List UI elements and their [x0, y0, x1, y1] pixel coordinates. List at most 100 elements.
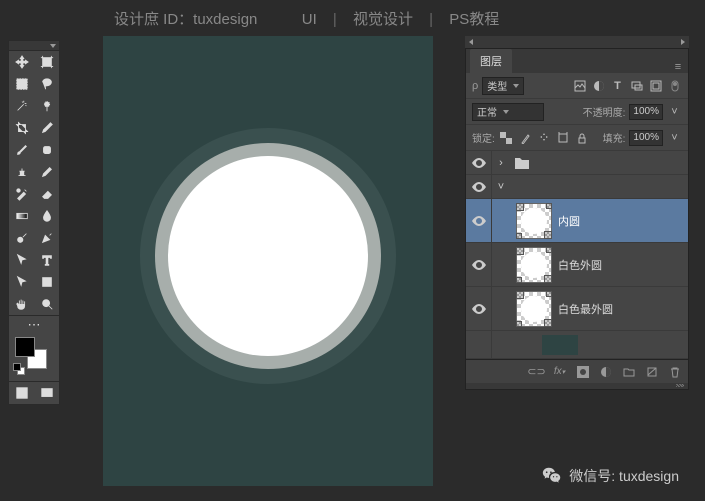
screenmode-tool[interactable] — [34, 382, 59, 404]
lock-image-icon[interactable] — [518, 130, 533, 145]
layer-thumbnail[interactable] — [516, 247, 552, 283]
gradient-tool[interactable] — [9, 205, 34, 227]
blur-tool[interactable] — [34, 205, 59, 227]
layer-filter-row: ρ 类型 T — [466, 73, 688, 99]
move-tool[interactable] — [9, 51, 34, 73]
opacity-input[interactable]: 100% — [629, 104, 663, 120]
tab-layers[interactable]: 图层 — [470, 49, 512, 73]
eyedropper-tool[interactable] — [34, 117, 59, 139]
foreground-color-swatch[interactable] — [15, 337, 35, 357]
mask-icon[interactable] — [575, 364, 590, 379]
layer-name-label[interactable]: 白色最外圆 — [558, 301, 613, 317]
group-icon[interactable] — [621, 364, 636, 379]
chevron-down-icon[interactable]: ˅ — [667, 104, 682, 119]
shape-tool[interactable] — [34, 271, 59, 293]
fill-input[interactable]: 100% — [629, 130, 663, 146]
panel-resize-grip[interactable] — [466, 383, 688, 389]
tools-panel: ⋯ — [8, 40, 60, 405]
layer-item[interactable]: 白色外圆 — [466, 243, 688, 287]
history-brush-tool[interactable] — [9, 183, 34, 205]
lock-all-icon[interactable] — [575, 130, 590, 145]
lock-transparent-icon[interactable] — [499, 130, 514, 145]
link-icon[interactable]: ⊂⊃ — [529, 364, 544, 379]
layer-group-row[interactable]: › — [466, 151, 688, 175]
hand-tool[interactable] — [9, 293, 34, 315]
path-select-tool[interactable] — [9, 249, 34, 271]
direct-select-tool[interactable] — [9, 271, 34, 293]
magic-wand-tool[interactable] — [9, 95, 34, 117]
blend-mode-select[interactable]: 正常 — [472, 103, 544, 121]
layer-thumbnail[interactable] — [516, 203, 552, 239]
divider-icon: | — [333, 11, 337, 28]
quickmask-tool[interactable] — [9, 382, 34, 404]
opacity-label: 不透明度: — [583, 104, 626, 119]
tag-ui: UI — [302, 11, 317, 28]
artboard-tool[interactable] — [34, 51, 59, 73]
layer-name-label[interactable]: 白色外圆 — [558, 257, 602, 273]
chevron-down-icon[interactable]: ˅ — [492, 181, 510, 193]
page-header: 设计庶 ID：tuxdesign UI | 视觉设计 | PS教程 — [110, 8, 503, 29]
dodge-tool[interactable] — [9, 227, 34, 249]
filter-shape-icon[interactable] — [629, 78, 644, 93]
adjustment-icon[interactable] — [598, 364, 613, 379]
new-layer-icon[interactable] — [644, 364, 659, 379]
visibility-icon[interactable] — [472, 260, 486, 270]
wechat-credit: 微信号: tuxdesign — [541, 465, 679, 487]
outer-ring-shape — [140, 128, 396, 384]
canvas-document[interactable] — [103, 36, 433, 486]
lock-artboard-icon[interactable] — [556, 130, 571, 145]
wechat-icon — [541, 465, 563, 487]
zoom-tool[interactable] — [34, 293, 59, 315]
layer-item-bg[interactable] — [466, 331, 688, 359]
layers-panel: 图层 ≡ ρ 类型 T 正常 不透明度: 100% ˅ 锁定: — [465, 48, 689, 390]
chevron-right-icon[interactable]: › — [492, 157, 510, 169]
filter-pixel-icon[interactable] — [572, 78, 587, 93]
filter-type-select[interactable]: 类型 — [482, 77, 524, 95]
layer-group-row[interactable]: ˅ — [466, 175, 688, 199]
pencil-tool[interactable] — [34, 161, 59, 183]
brush-tool[interactable] — [9, 139, 34, 161]
lock-label: 锁定: — [472, 130, 495, 145]
fx-icon[interactable]: fx▾ — [552, 364, 567, 379]
layer-list: › ˅ 内圆 白色外圆 白色最外圆 — [466, 151, 688, 359]
lock-position-icon[interactable] — [537, 130, 552, 145]
folder-icon — [514, 156, 530, 170]
healing-brush-tool[interactable] — [34, 139, 59, 161]
panel-grip[interactable] — [9, 41, 59, 51]
blend-opacity-row: 正常 不透明度: 100% ˅ — [466, 99, 688, 125]
edit-toolbar-button[interactable]: ⋯ — [9, 315, 59, 333]
filter-toggle-icon[interactable] — [667, 78, 682, 93]
visibility-icon[interactable] — [472, 182, 486, 192]
layer-thumbnail[interactable] — [542, 335, 578, 355]
layer-item[interactable]: 白色最外圆 — [466, 287, 688, 331]
panel-collapse-bar[interactable] — [465, 36, 689, 48]
layers-panel-wrap: 图层 ≡ ρ 类型 T 正常 不透明度: 100% ˅ 锁定: — [465, 36, 689, 390]
trash-icon[interactable] — [667, 364, 682, 379]
mid-ring-shape — [155, 143, 381, 369]
inner-circle-shape — [168, 156, 368, 356]
crop-tool[interactable] — [9, 117, 34, 139]
layer-thumbnail[interactable] — [516, 291, 552, 327]
filter-smart-icon[interactable] — [648, 78, 663, 93]
panel-menu-icon[interactable]: ≡ — [668, 61, 688, 73]
lasso-tool[interactable] — [34, 73, 59, 95]
clone-stamp-tool[interactable] — [9, 161, 34, 183]
chevron-down-icon[interactable]: ˅ — [667, 130, 682, 145]
marquee-tool[interactable] — [9, 73, 34, 95]
panel-tabs: 图层 ≡ — [466, 49, 688, 73]
filter-type-icon[interactable]: T — [610, 78, 625, 93]
visibility-icon[interactable] — [472, 304, 486, 314]
layer-name-label[interactable]: 内圆 — [558, 213, 580, 229]
layer-item[interactable]: 内圆 — [466, 199, 688, 243]
color-swatches[interactable] — [9, 333, 59, 381]
search-icon: ρ — [472, 80, 478, 92]
quick-select-tool[interactable] — [34, 95, 59, 117]
default-colors-icon[interactable] — [13, 363, 27, 377]
lock-fill-row: 锁定: 填充: 100% ˅ — [466, 125, 688, 151]
filter-adjust-icon[interactable] — [591, 78, 606, 93]
visibility-icon[interactable] — [472, 216, 486, 226]
type-tool[interactable] — [34, 249, 59, 271]
eraser-tool[interactable] — [34, 183, 59, 205]
pen-tool[interactable] — [34, 227, 59, 249]
visibility-icon[interactable] — [472, 158, 486, 168]
